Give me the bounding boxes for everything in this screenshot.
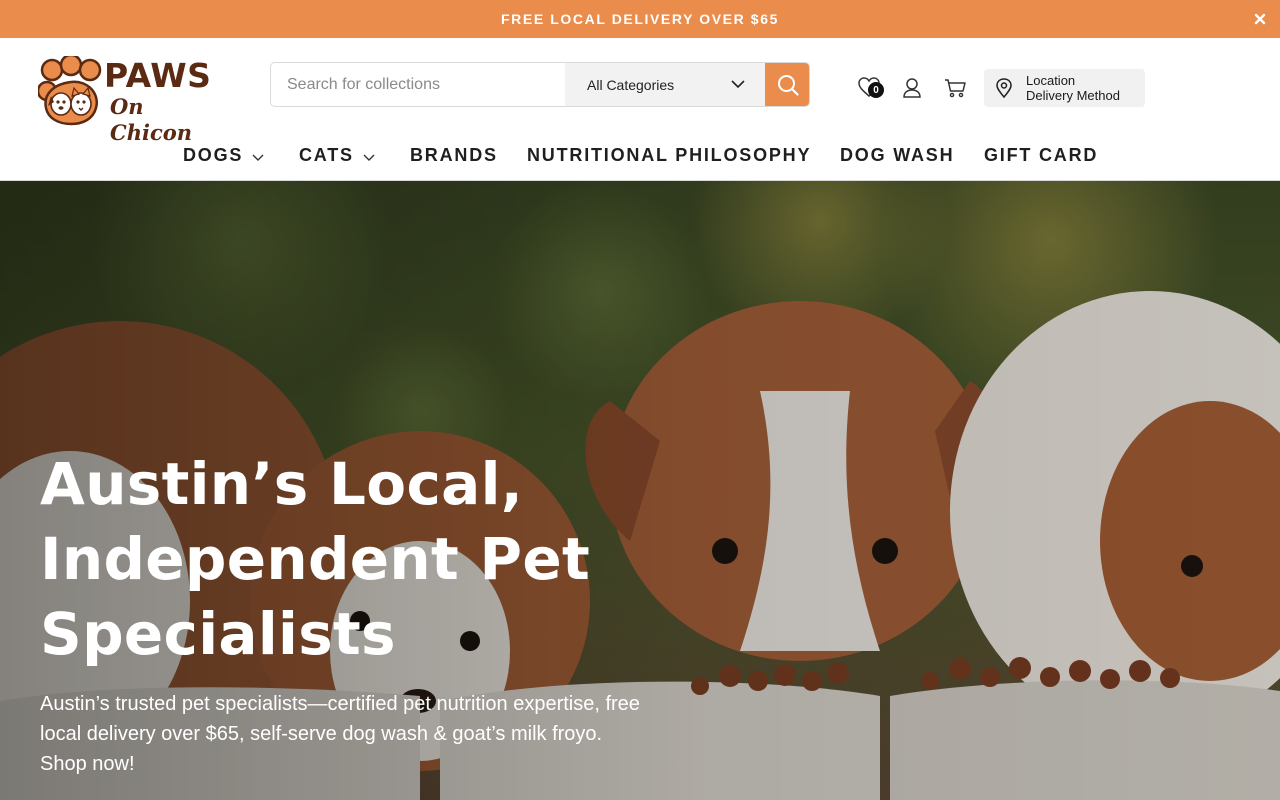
account-button[interactable] [898,74,926,102]
cart-icon [945,79,966,98]
nav-label: DOG WASH [840,144,955,165]
nav-label: CATS [299,144,354,165]
chevron-down-icon [252,154,264,161]
chevron-down-icon [363,154,375,161]
location-label: Location [1026,73,1076,88]
search-bar: All Categories [270,62,810,107]
hero-subtitle: Austin’s trusted pet specialists—certifi… [40,693,640,775]
nav-label: DOGS [183,144,244,165]
delivery-method-label: Delivery Method [1026,88,1120,103]
nav-label: GIFT CARD [984,144,1099,165]
site-header: PAWS On Chicon All Categories 0 [0,38,1280,181]
search-icon [777,74,799,96]
nav-item-gift-card[interactable]: GIFT CARD [984,142,1098,168]
main-nav: DOGS CATS BRANDS NUTRITIONAL PHILOSOPHY … [0,142,1280,168]
nav-item-nutritional-philosophy[interactable]: NUTRITIONAL PHILOSOPHY [527,142,811,168]
nav-item-dogs[interactable]: DOGS [183,142,265,168]
paw-logo-icon [36,53,102,126]
chevron-down-icon [731,80,745,89]
search-button[interactable] [765,63,809,106]
user-icon [903,78,921,98]
search-input[interactable] [271,63,565,106]
map-pin-icon [996,78,1012,98]
announcement-text: FREE LOCAL DELIVERY OVER $65 [501,11,779,27]
hero-title: Austin’s Local, Independent Pet Speciali… [40,450,591,668]
close-icon[interactable] [1250,9,1270,29]
wishlist-count-badge: 0 [868,82,884,98]
logo-tagline: On Chicon [110,94,193,145]
wishlist-button[interactable]: 0 [855,73,884,101]
logo-wordmark: PAWS [104,56,212,95]
cart-button[interactable] [942,74,970,102]
category-label: All Categories [587,76,675,93]
nav-label: BRANDS [410,144,498,165]
announcement-bar: FREE LOCAL DELIVERY OVER $65 [0,0,1280,38]
nav-label: NUTRITIONAL PHILOSOPHY [527,144,812,165]
hero-banner: Austin’s Local, Independent Pet Speciali… [0,181,1280,800]
store-logo[interactable]: PAWS On Chicon [36,53,212,145]
location-selector[interactable]: Location Delivery Method [984,69,1145,107]
nav-item-dog-wash[interactable]: DOG WASH [840,142,954,168]
category-select[interactable]: All Categories [565,63,765,106]
nav-item-brands[interactable]: BRANDS [410,142,498,168]
nav-item-cats[interactable]: CATS [299,142,376,168]
